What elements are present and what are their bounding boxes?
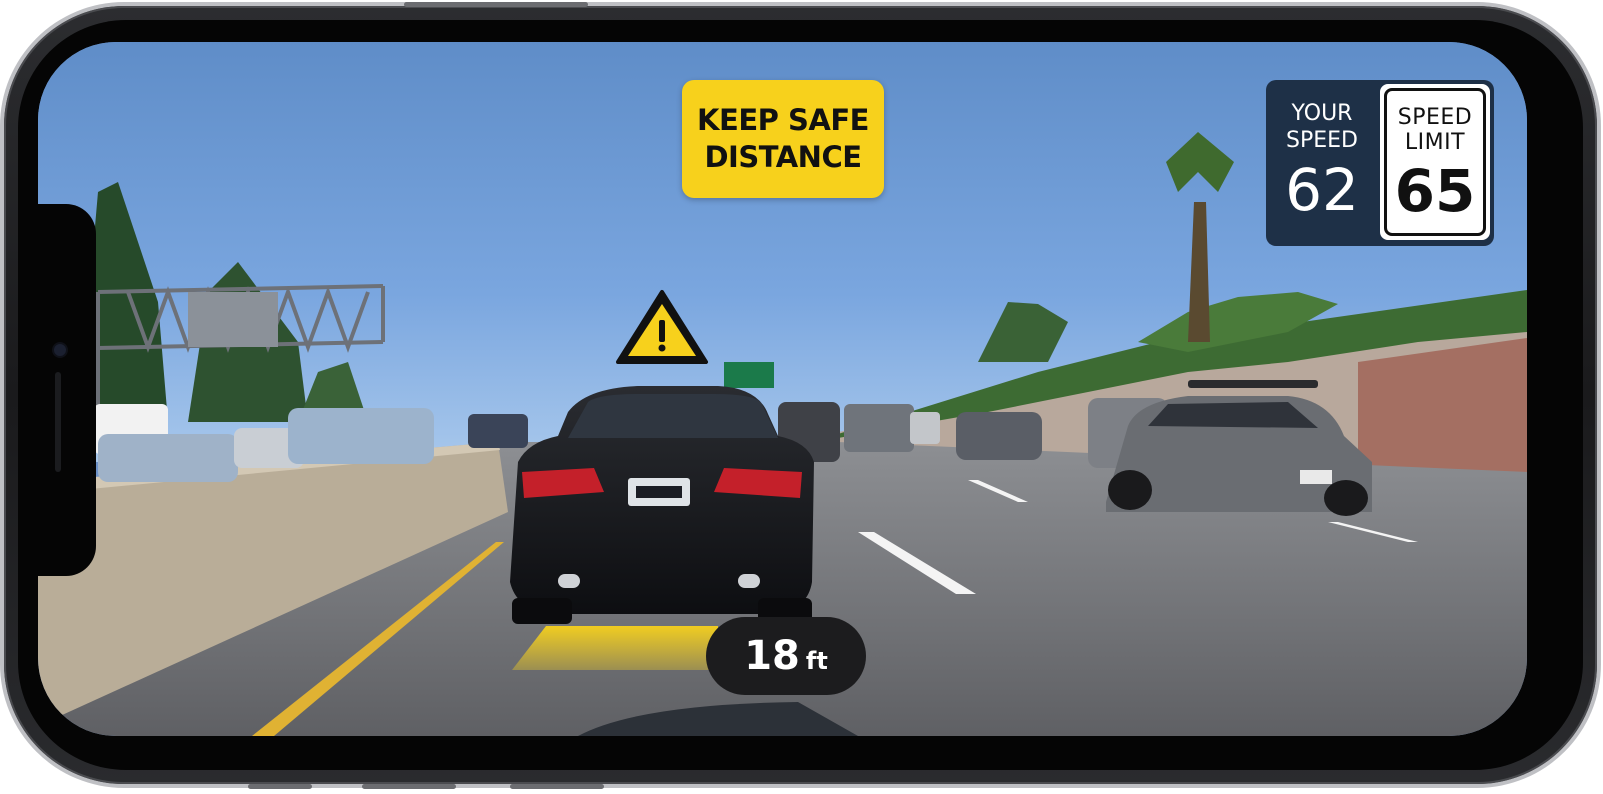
speed-limit-label-line1: SPEED [1397,105,1473,130]
your-speed-display: YOUR SPEED 62 [1266,80,1378,246]
gantry-sign-back [188,292,278,347]
phone-notch [38,204,96,576]
alert-line-1: KEEP SAFE [697,103,869,137]
speed-limit-value: 65 [1394,157,1476,225]
speed-limit-label-line2: LIMIT [1404,130,1466,155]
phone-volume-up-button [248,784,312,789]
alert-line-2: DISTANCE [704,140,862,174]
phone-top-button [404,2,588,7]
distance-readout: 18 ft [706,617,866,695]
distance-zone [512,626,718,670]
phone-volume-down-button [362,784,456,789]
speed-limit-sign: SPEED LIMIT 65 [1378,82,1492,242]
phone-side-button [510,784,604,789]
distance-value: 18 [744,633,800,679]
speed-limit-label: SPEED LIMIT [1398,105,1472,155]
distance-unit: ft [805,647,828,675]
your-speed-label-line1: YOUR [1291,101,1353,126]
keep-safe-distance-alert: KEEP SAFE DISTANCE [682,80,884,198]
your-speed-label: YOUR SPEED [1286,100,1358,154]
earpiece-speaker [55,372,61,472]
your-speed-value: 62 [1285,156,1359,224]
speed-panel: YOUR SPEED 62 SPEED LIMIT 65 [1266,80,1494,246]
warning-triangle-icon [616,290,708,364]
camera-view: KEEP SAFE DISTANCE YOUR SPEED 62 SPEED L… [38,42,1527,736]
front-camera-icon [52,342,68,358]
green-highway-sign [724,362,774,388]
your-speed-label-line2: SPEED [1286,128,1358,153]
